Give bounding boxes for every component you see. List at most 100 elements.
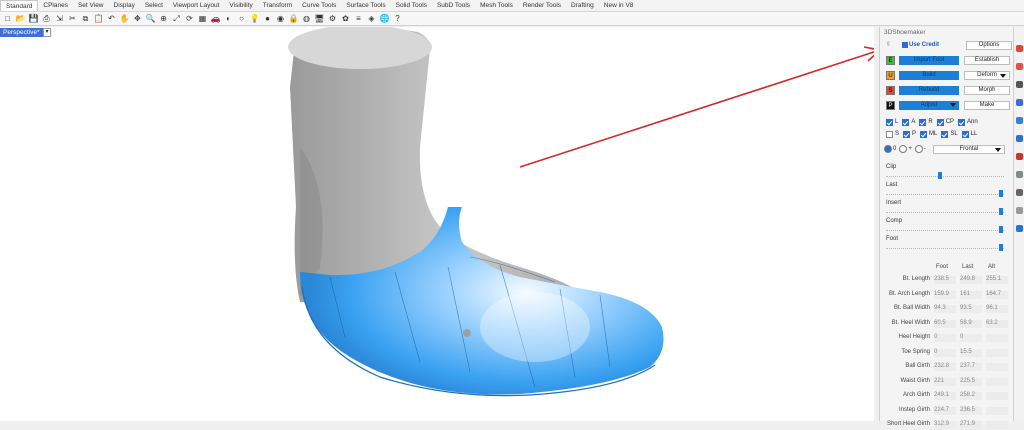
make-button[interactable]: Make: [964, 100, 1010, 110]
tab-transform[interactable]: Transform: [258, 0, 297, 11]
sphere-icon[interactable]: [1016, 135, 1023, 142]
checkbox-box[interactable]: [920, 130, 928, 138]
shortcut-key-s[interactable]: S: [886, 85, 895, 95]
display-icon[interactable]: 🖥: [314, 13, 325, 24]
print-icon[interactable]: ⎙: [41, 13, 52, 24]
paste-icon[interactable]: 📋: [93, 13, 104, 24]
slider-clip[interactable]: [886, 172, 1004, 179]
copy-icon[interactable]: ⧉: [80, 13, 91, 24]
last-value-field[interactable]: 271.9: [960, 421, 982, 429]
checkbox-r[interactable]: R: [919, 118, 933, 126]
last-value-field[interactable]: 258.2: [960, 392, 982, 400]
tab-cplanes[interactable]: CPlanes: [38, 0, 73, 11]
checkbox-box[interactable]: [958, 118, 966, 126]
checkbox-box[interactable]: [886, 118, 893, 126]
perspective-viewport[interactable]: Perspective* ▾: [0, 27, 874, 421]
color-wheel-icon[interactable]: ◍: [301, 13, 312, 24]
alt-value-field[interactable]: [986, 377, 1008, 386]
alt-value-field[interactable]: 63.2: [986, 319, 1008, 328]
foot-value-field[interactable]: 94.3: [934, 305, 956, 313]
last-value-field[interactable]: 237.7: [960, 363, 982, 371]
tab-new-in-v8[interactable]: New in V8: [599, 0, 639, 11]
tab-set-view[interactable]: Set View: [73, 0, 109, 11]
alt-value-field[interactable]: [986, 334, 1008, 342]
foot-value-field[interactable]: 312.9: [934, 421, 956, 429]
slider-thumb[interactable]: [998, 208, 1003, 215]
redo-icon[interactable]: [1016, 63, 1023, 70]
alt-value-field[interactable]: [986, 363, 1008, 371]
shortcut-key-e[interactable]: E: [886, 55, 895, 65]
checkbox-sl[interactable]: SL: [941, 130, 958, 138]
image-icon[interactable]: [1016, 99, 1023, 106]
radio-1[interactable]: +: [899, 145, 912, 153]
tab-visibility[interactable]: Visibility: [224, 0, 257, 11]
import-icon[interactable]: ⇲: [54, 13, 65, 24]
zoom-extents-icon[interactable]: ⤢: [171, 13, 182, 24]
last-value-field[interactable]: 93.5: [960, 305, 982, 313]
tab-display[interactable]: Display: [109, 0, 140, 11]
zoom-window-icon[interactable]: ⊕: [158, 13, 169, 24]
slider-insert[interactable]: [886, 208, 1004, 215]
last-value-field[interactable]: 236.5: [960, 406, 982, 415]
tab-viewport-layout[interactable]: Viewport Layout: [168, 0, 225, 11]
checkbox-ann[interactable]: Ann: [958, 118, 978, 126]
foot-value-field[interactable]: 232.8: [934, 363, 956, 371]
build-button[interactable]: Build: [899, 70, 959, 80]
circle-icon[interactable]: ○: [236, 13, 247, 24]
checkbox-a[interactable]: A: [902, 118, 915, 126]
checkbox-box[interactable]: [961, 130, 969, 138]
globe-icon[interactable]: 🌐: [379, 13, 390, 24]
bulb-icon[interactable]: [1016, 207, 1023, 214]
open-icon[interactable]: 📂: [15, 13, 26, 24]
foot-value-field[interactable]: 238.5: [934, 276, 956, 284]
light-icon[interactable]: 💡: [249, 13, 260, 24]
tab-standard[interactable]: Standard: [0, 0, 39, 11]
alt-value-field[interactable]: [986, 392, 1008, 400]
adjust-button[interactable]: Adjust: [899, 100, 959, 110]
monitor-icon[interactable]: [1016, 81, 1023, 88]
rotate-view-icon[interactable]: ⟳: [184, 13, 195, 24]
use-credit-checkbox[interactable]: Use Credit: [901, 41, 961, 50]
zoom-icon[interactable]: 🔍: [145, 13, 156, 24]
info-icon[interactable]: [1016, 225, 1023, 232]
slider-last[interactable]: [886, 190, 1004, 197]
checkbox-box[interactable]: [919, 118, 927, 126]
shortcut-key-p[interactable]: P: [886, 100, 895, 110]
help-icon[interactable]: ?: [392, 13, 403, 24]
morph-button[interactable]: Morph: [964, 85, 1010, 95]
pan-icon[interactable]: ✋: [119, 13, 130, 24]
undo-icon[interactable]: ↶: [106, 13, 117, 24]
checkbox-p[interactable]: P: [903, 130, 916, 138]
grid-icon[interactable]: ▦: [197, 13, 208, 24]
alt-value-field[interactable]: [986, 348, 1008, 357]
checkbox-box[interactable]: [936, 118, 944, 126]
tree-icon[interactable]: [1016, 189, 1023, 196]
slider-foot[interactable]: [886, 244, 1004, 251]
establish-button[interactable]: Establish: [964, 55, 1010, 65]
foot-value-field[interactable]: 60.5: [934, 319, 956, 328]
tab-select[interactable]: Select: [140, 0, 168, 11]
foot-value-field[interactable]: 249.1: [934, 392, 956, 400]
flower-icon[interactable]: ✿: [340, 13, 351, 24]
tab-solid-tools[interactable]: Solid Tools: [391, 0, 432, 11]
last-value-field[interactable]: 225.5: [960, 377, 982, 386]
render-icon[interactable]: ◉: [275, 13, 286, 24]
cut-icon[interactable]: ✂: [67, 13, 78, 24]
alt-value-field[interactable]: 96.1: [986, 305, 1008, 313]
slider-thumb[interactable]: [998, 190, 1003, 197]
foot-value-field[interactable]: 224.7: [934, 406, 956, 415]
tab-curve-tools[interactable]: Curve Tools: [297, 0, 341, 11]
tab-surface-tools[interactable]: Surface Tools: [341, 0, 390, 11]
tab-render-tools[interactable]: Render Tools: [518, 0, 566, 11]
lock-icon[interactable]: 🔒: [288, 13, 299, 24]
checkbox-cp[interactable]: CP: [936, 118, 954, 126]
shortcut-key-u[interactable]: U: [886, 70, 895, 80]
slider-thumb[interactable]: [998, 244, 1003, 251]
checkbox-box[interactable]: [903, 130, 911, 138]
import-foot-button[interactable]: Import Foot: [899, 55, 959, 65]
alt-value-field[interactable]: [986, 421, 1008, 429]
flag-icon[interactable]: [1016, 171, 1023, 178]
checkbox-l[interactable]: L: [886, 118, 898, 126]
last-value-field[interactable]: 0: [960, 334, 982, 342]
radio-2[interactable]: -: [914, 145, 926, 153]
